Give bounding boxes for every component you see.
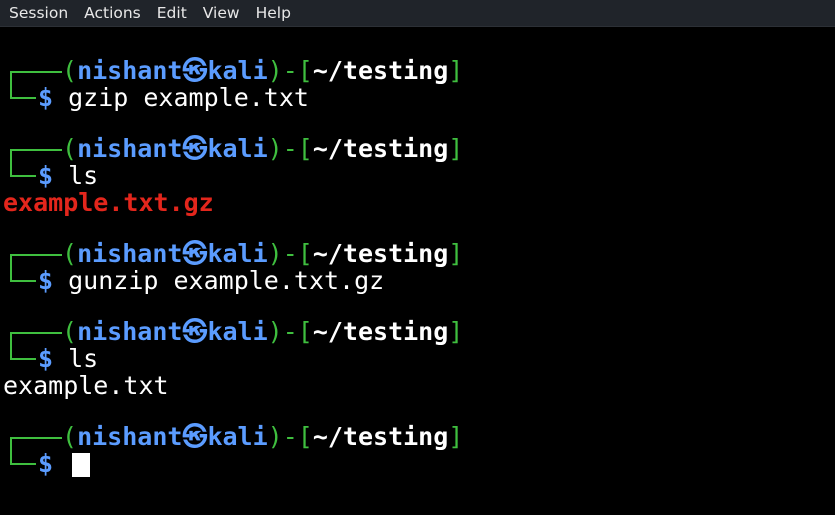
command-output: example.txt <box>3 371 169 400</box>
menu-help[interactable]: Help <box>251 4 302 22</box>
command-input[interactable]: $ <box>38 450 91 478</box>
command-line: $ ls <box>38 161 99 190</box>
prompt-line: (nishant㉿kali)-[~/testing] <box>62 56 464 85</box>
menu-view[interactable]: View <box>198 4 251 22</box>
skull-icon: ㉿ <box>182 56 208 85</box>
menu-edit[interactable]: Edit <box>152 4 198 22</box>
text-cursor <box>72 453 91 477</box>
skull-icon: ㉿ <box>182 317 208 346</box>
menu-session[interactable]: Session <box>4 4 79 22</box>
prompt-line: (nishant㉿kali)-[~/testing] <box>62 422 464 451</box>
prompt-bracket-bottom <box>10 161 36 177</box>
command-line: $ ls <box>38 344 99 373</box>
skull-icon: ㉿ <box>182 422 208 451</box>
prompt-line: (nishant㉿kali)-[~/testing] <box>62 134 464 163</box>
prompt-line: (nishant㉿kali)-[~/testing] <box>62 317 464 346</box>
menu-actions[interactable]: Actions <box>79 4 152 22</box>
command-output: example.txt.gz <box>3 188 214 217</box>
terminal-area[interactable]: (nishant㉿kali)-[~/testing] $ gzip exampl… <box>0 27 835 515</box>
prompt-bracket-bottom <box>10 344 36 360</box>
prompt-bracket-bottom <box>10 266 36 282</box>
command-line: $ gunzip example.txt.gz <box>38 266 385 295</box>
prompt-bracket-bottom <box>10 449 36 465</box>
prompt-line: (nishant㉿kali)-[~/testing] <box>62 239 464 268</box>
command-line: $ gzip example.txt <box>38 83 309 112</box>
skull-icon: ㉿ <box>182 239 208 268</box>
menu-bar: Session Actions Edit View Help <box>0 0 835 27</box>
prompt-bracket-bottom <box>10 83 36 99</box>
skull-icon: ㉿ <box>182 134 208 163</box>
